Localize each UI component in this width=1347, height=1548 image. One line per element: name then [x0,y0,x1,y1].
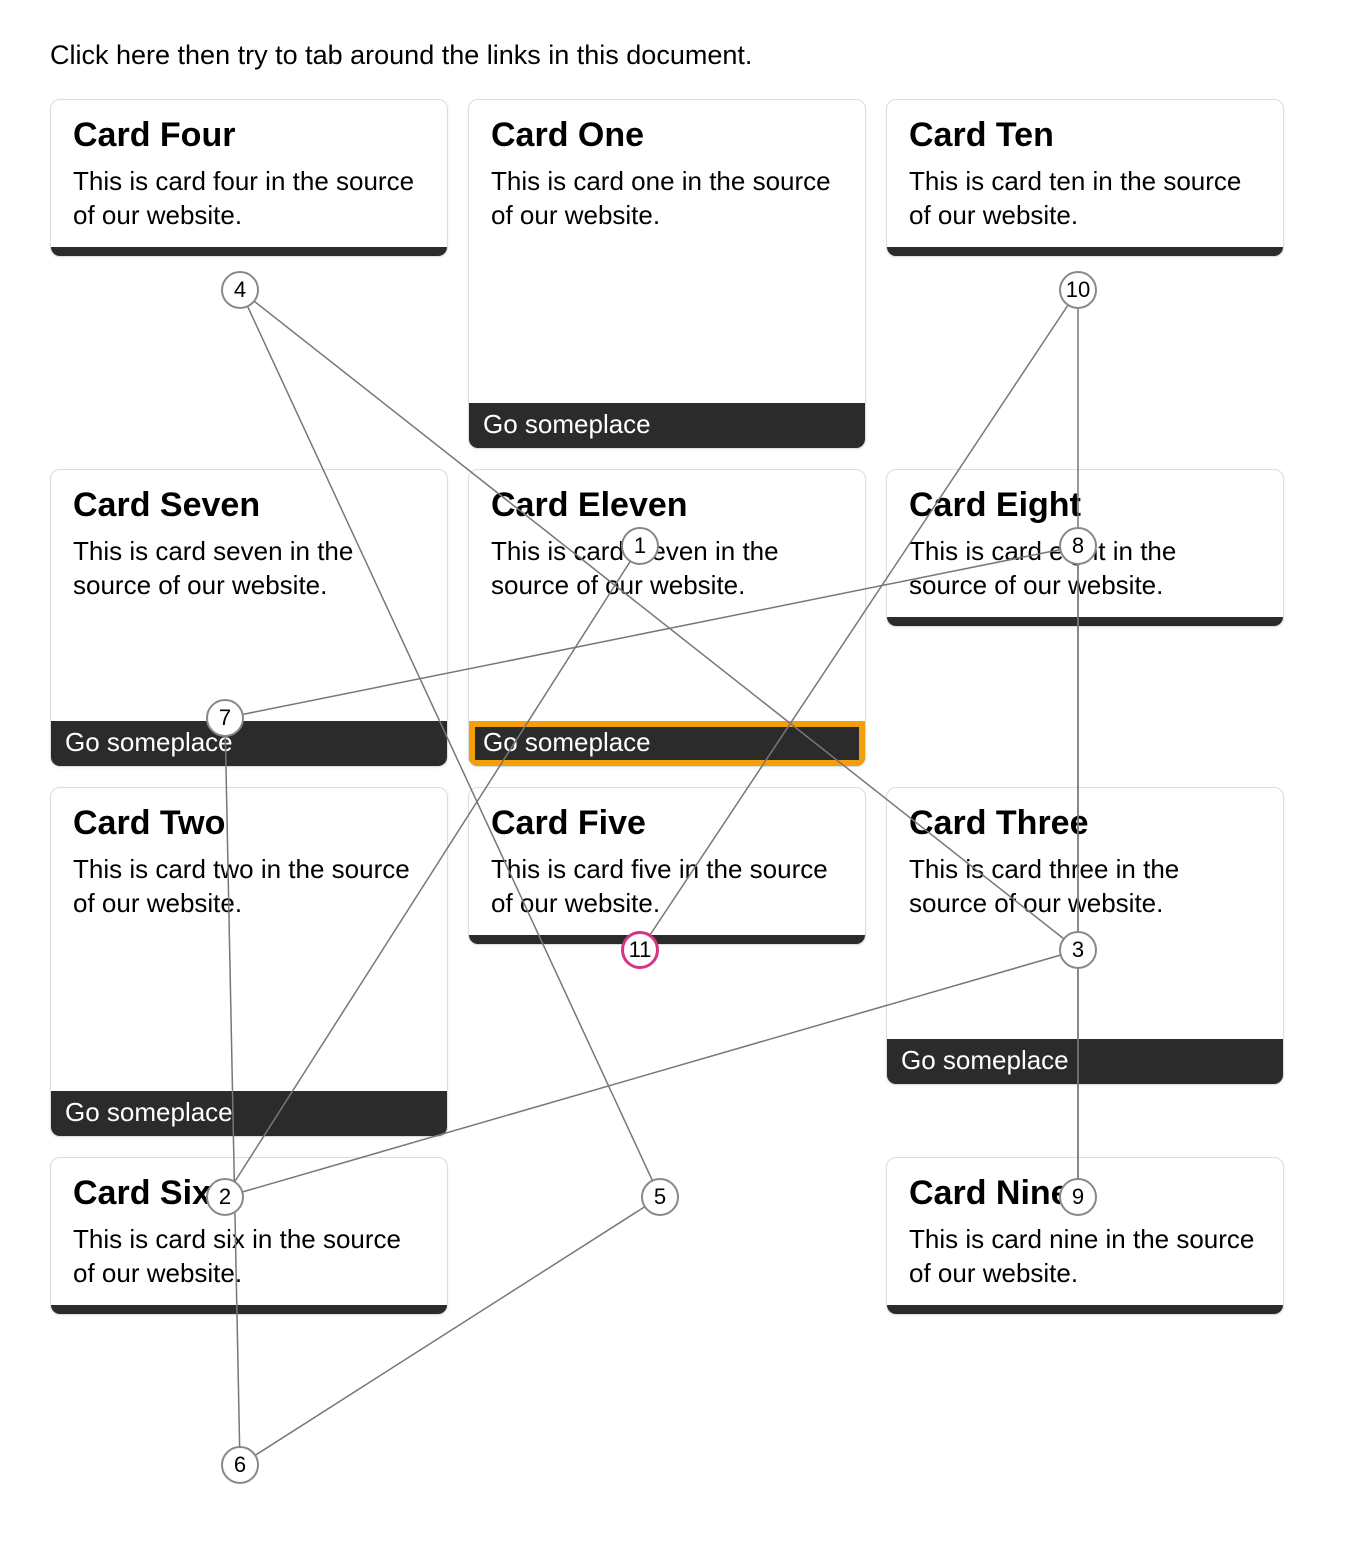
card-body: Card Ten This is card ten in the source o… [887,100,1283,247]
card-description: This is card three in the source of our … [909,853,1261,921]
card-description: This is card five in the source of our w… [491,853,843,921]
card-one: Card One This is card one in the source o… [468,99,866,449]
card-description: This is card nine in the source of our w… [909,1223,1261,1291]
tab-order-badge-1: 1 [621,527,659,565]
card-title: Card Eight [909,486,1261,525]
card-link-nine[interactable]: Go someplace [887,1305,1283,1315]
card-two: Card Two This is card two in the source o… [50,787,448,1137]
tab-order-badge-8: 8 [1059,527,1097,565]
tab-order-badge-3: 3 [1059,931,1097,969]
card-title: Card Eleven [491,486,843,525]
card-link-ten[interactable]: Go someplace [887,247,1283,257]
card-eleven: Card Eleven This is card eleven in the so… [468,469,866,767]
card-four: Card Four This is card four in the source… [50,99,448,257]
card-link-five[interactable]: Go someplace [469,935,865,945]
tab-order-badge-11: 11 [621,931,659,969]
card-body: Card Six This is card six in the source o… [51,1158,447,1305]
card-body: Card Four This is card four in the source… [51,100,447,247]
card-title: Card Four [73,116,425,155]
tab-order-badge-6: 6 [221,1446,259,1484]
card-link-eight[interactable]: Go someplace [887,617,1283,627]
card-title: Card Three [909,804,1261,843]
card-description: This is card eleven in the source of our… [491,535,843,603]
card-link-two[interactable]: Go someplace [51,1091,447,1136]
tab-order-badge-9: 9 [1059,1178,1097,1216]
card-body: Card Seven This is card seven in the sour… [51,470,447,721]
tab-order-badge-4: 4 [221,271,259,309]
tab-order-badge-2: 2 [206,1178,244,1216]
card-body: Card One This is card one in the source o… [469,100,865,403]
card-link-one[interactable]: Go someplace [469,403,865,448]
card-five: Card Five This is card five in the source… [468,787,866,945]
card-link-eleven[interactable]: Go someplace [469,721,865,766]
card-title: Card Two [73,804,425,843]
card-description: This is card two in the source of our we… [73,853,425,921]
card-body: Card Eleven This is card eleven in the so… [469,470,865,721]
card-body: Card Three This is card three in the sour… [887,788,1283,1039]
card-link-three[interactable]: Go someplace [887,1039,1283,1084]
card-title: Card Five [491,804,843,843]
card-title: Card Six [73,1174,425,1213]
card-link-six[interactable]: Go someplace [51,1305,447,1315]
card-description: This is card four in the source of our w… [73,165,425,233]
card-description: This is card seven in the source of our … [73,535,425,603]
card-title: Card One [491,116,843,155]
card-link-four[interactable]: Go someplace [51,247,447,257]
card-ten: Card Ten This is card ten in the source o… [886,99,1284,257]
card-title: Card Ten [909,116,1261,155]
tab-order-badge-5: 5 [641,1178,679,1216]
card-body: Card Two This is card two in the source o… [51,788,447,1091]
card-seven: Card Seven This is card seven in the sour… [50,469,448,767]
tab-order-badge-7: 7 [206,699,244,737]
card-body: Card Five This is card five in the source… [469,788,865,935]
card-description: This is card ten in the source of our we… [909,165,1261,233]
card-title: Card Seven [73,486,425,525]
tab-order-badge-10: 10 [1059,271,1097,309]
card-link-seven[interactable]: Go someplace [51,721,447,766]
card-description: This is card one in the source of our we… [491,165,843,233]
card-six: Card Six This is card six in the source o… [50,1157,448,1315]
card-description: This is card six in the source of our we… [73,1223,425,1291]
instructions-text[interactable]: Click here then try to tab around the li… [50,40,1297,71]
